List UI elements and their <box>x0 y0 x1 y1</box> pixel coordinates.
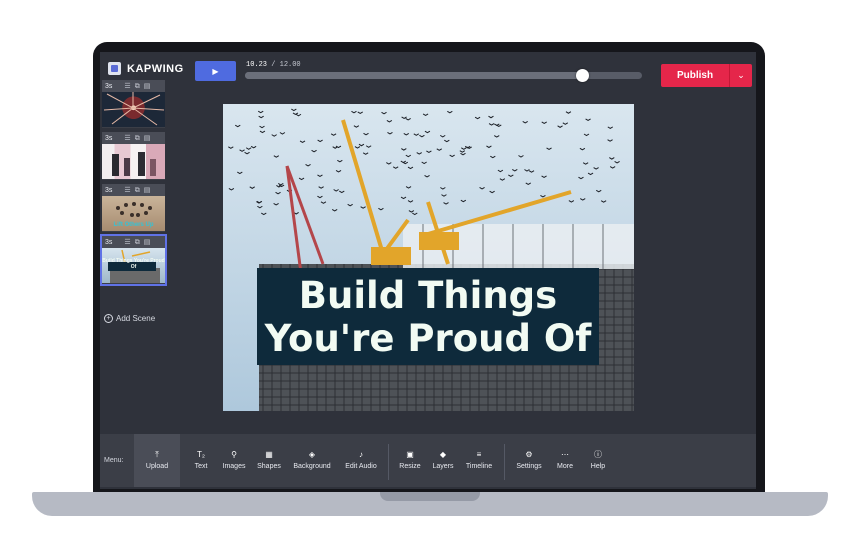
menu-item-label: Upload <box>145 463 169 470</box>
add-scene-label: Add Scene <box>116 314 156 323</box>
play-button[interactable]: ▶ <box>195 61 236 81</box>
timeline-icon: ≡ <box>476 450 482 459</box>
plus-icon: + <box>104 314 113 323</box>
menu-item-label: More <box>557 463 573 470</box>
scene-caption: Lift Others Up <box>113 222 154 228</box>
laptop-notch <box>380 492 480 501</box>
text-icon: T₂ <box>197 450 205 459</box>
menu-item-upload[interactable]: ⤒ Upload <box>134 434 180 487</box>
add-scene-button[interactable]: + Add Scene <box>104 314 155 323</box>
duplicate-icon[interactable]: ⧉ <box>135 239 140 246</box>
scene-toolbar: 3s ☰ ⧉ ▤ <box>102 236 165 248</box>
scene-duration: 3s <box>105 238 113 246</box>
menu-item-label: Images <box>222 463 246 470</box>
scene-thumbnail: Lift Others Up <box>102 196 165 231</box>
scene-thumbnail <box>102 92 165 127</box>
trash-icon[interactable]: ▤ <box>144 135 151 142</box>
duplicate-icon[interactable]: ⧉ <box>135 135 140 142</box>
duplicate-icon[interactable]: ⧉ <box>135 83 140 90</box>
scene-caption: Build Things You're Proud Of <box>102 258 165 270</box>
scene-duration: 3s <box>105 186 113 194</box>
menu-item-more[interactable]: ⋯ More <box>552 434 578 487</box>
menu-item-background[interactable]: ◈ Background <box>289 434 335 487</box>
menu-divider <box>504 444 505 480</box>
menu-divider <box>388 444 389 480</box>
headline-text-box[interactable]: Build Things You're Proud Of <box>257 268 599 365</box>
ferris-wheel-graphic <box>103 92 165 126</box>
people-graphic <box>112 152 156 176</box>
search-icon: ⚲ <box>231 450 237 459</box>
page: KAPWING ▶ 10.23 / 12.00 Publish ⌄ 3s ☰ ⧉ <box>0 0 860 555</box>
chevron-down-icon[interactable]: ⌄ <box>730 64 752 87</box>
menu-item-resize[interactable]: ▣ Resize <box>396 434 424 487</box>
scene-card[interactable]: 3s ☰ ⧉ ▤ <box>102 80 165 128</box>
more-icon: ⋯ <box>561 450 569 459</box>
shapes-icon: ▦ <box>265 450 273 459</box>
bottom-menu: Menu: ⤒ Upload T₂ Text ⚲ Images ▦ Shapes… <box>100 434 756 487</box>
menu-item-label: Shapes <box>257 463 281 470</box>
yellow-crane-graphic <box>341 119 411 265</box>
music-note-icon: ♪ <box>359 450 363 459</box>
menu-title: Menu: <box>104 457 124 464</box>
time-separator: / <box>271 61 276 69</box>
scene-card[interactable]: 3s ☰ ⧉ ▤ Lift Others Up <box>102 184 165 232</box>
birds-graphic <box>228 108 620 216</box>
menu-item-label: Resize <box>399 463 421 470</box>
edit-scene-icon[interactable]: ☰ <box>124 239 130 246</box>
app-name: KAPWING <box>127 62 184 75</box>
layers-icon: ◆ <box>439 450 447 459</box>
headline-line-2: You're Proud Of <box>264 316 592 360</box>
trash-icon[interactable]: ▤ <box>144 239 151 246</box>
scene-duration: 3s <box>105 82 113 90</box>
scene-thumbnail <box>102 144 165 179</box>
menu-item-text[interactable]: T₂ Text <box>188 434 214 487</box>
menu-item-label: Layers <box>432 463 454 470</box>
time-readout: 10.23 / 12.00 <box>246 61 301 69</box>
trash-icon[interactable]: ▤ <box>144 187 151 194</box>
menu-item-images[interactable]: ⚲ Images <box>218 434 250 487</box>
gear-icon: ⚙ <box>525 450 533 459</box>
headline-line-1: Build Things <box>298 273 558 317</box>
upload-icon: ⤒ <box>155 450 159 459</box>
kapwing-logo: KAPWING <box>108 62 184 75</box>
scrubber-knob[interactable] <box>576 69 590 82</box>
timeline-scrubber[interactable] <box>245 69 642 82</box>
menu-item-label: Help <box>590 463 606 470</box>
publish-label[interactable]: Publish <box>661 64 730 87</box>
menu-item-label: Background <box>293 463 331 470</box>
menu-item-label: Settings <box>516 463 542 470</box>
scene-card-active[interactable]: 3s ☰ ⧉ ▤ Build Things You're Proud Of <box>100 234 167 286</box>
menu-item-label: Timeline <box>465 463 493 470</box>
scene-toolbar: 3s ☰ ⧉ ▤ <box>102 132 165 144</box>
menu-item-edit-audio[interactable]: ♪ Edit Audio <box>340 434 382 487</box>
scene-duration: 3s <box>105 134 113 142</box>
current-time: 10.23 <box>246 61 268 69</box>
video-canvas[interactable]: Build Things You're Proud Of <box>223 104 634 411</box>
play-icon: ▶ <box>212 66 219 76</box>
menu-item-settings[interactable]: ⚙ Settings <box>512 434 546 487</box>
help-icon: ⓘ <box>594 450 602 459</box>
scene-thumbnail: Build Things You're Proud Of <box>102 248 165 283</box>
edit-scene-icon[interactable]: ☰ <box>124 135 130 142</box>
resize-icon: ▣ <box>406 450 414 459</box>
editor-screen: KAPWING ▶ 10.23 / 12.00 Publish ⌄ 3s ☰ ⧉ <box>100 52 756 489</box>
menu-item-shapes[interactable]: ▦ Shapes <box>254 434 284 487</box>
menu-item-timeline[interactable]: ≡ Timeline <box>462 434 496 487</box>
scrubber-fill <box>245 72 583 79</box>
trash-icon[interactable]: ▤ <box>144 83 151 90</box>
scene-card[interactable]: 3s ☰ ⧉ ▤ <box>102 132 165 180</box>
kapwing-logo-icon <box>108 62 121 75</box>
scene-toolbar: 3s ☰ ⧉ ▤ <box>102 184 165 196</box>
publish-button[interactable]: Publish ⌄ <box>661 64 752 87</box>
edit-scene-icon[interactable]: ☰ <box>124 83 130 90</box>
duplicate-icon[interactable]: ⧉ <box>135 187 140 194</box>
menu-item-help[interactable]: ⓘ Help <box>585 434 611 487</box>
paint-bucket-icon: ◈ <box>308 450 316 459</box>
edit-scene-icon[interactable]: ☰ <box>124 187 130 194</box>
menu-item-label: Text <box>194 463 208 470</box>
menu-item-label: Edit Audio <box>345 463 377 470</box>
scene-toolbar: 3s ☰ ⧉ ▤ <box>102 80 165 92</box>
total-time: 12.00 <box>279 61 301 69</box>
menu-item-layers[interactable]: ◆ Layers <box>429 434 457 487</box>
